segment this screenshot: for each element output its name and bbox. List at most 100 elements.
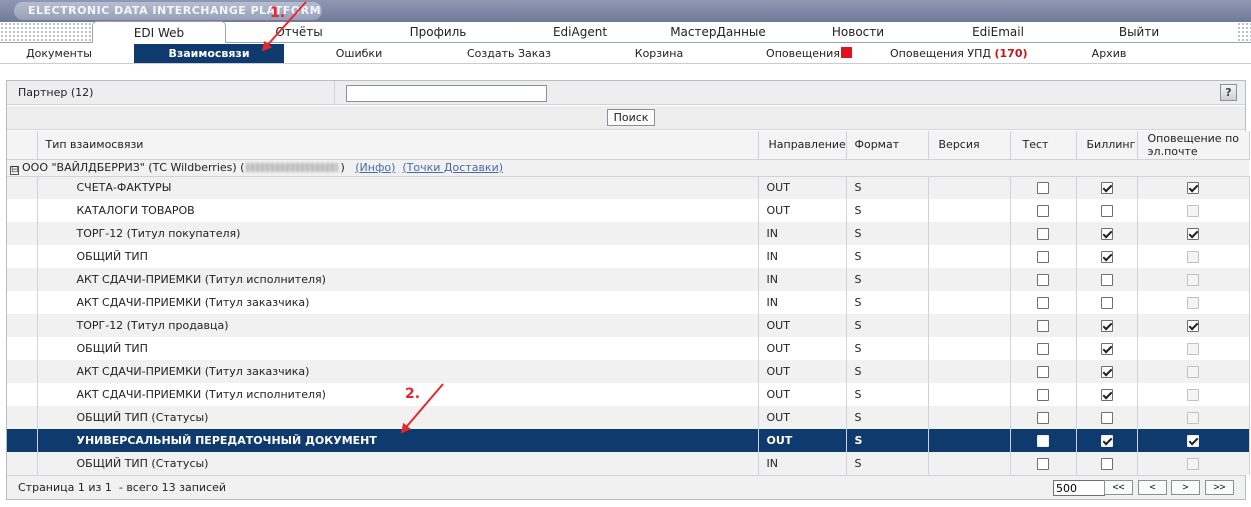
version-cell [928, 360, 1011, 383]
test-checkbox[interactable] [1037, 297, 1049, 309]
row-spacer [7, 176, 38, 199]
dots-pattern [0, 22, 92, 43]
billing-checkbox[interactable] [1100, 412, 1113, 424]
email-notification-checkbox[interactable] [1187, 320, 1199, 332]
relation-type-cell: КАТАЛОГИ ТОВАРОВ [37, 199, 759, 222]
relation-type-cell: АКТ СДАЧИ-ПРИЕМКИ (Титул заказчика) [37, 291, 759, 314]
header-format[interactable]: Формат [846, 131, 929, 160]
email-notification-checkbox[interactable] [1187, 435, 1199, 447]
table-row[interactable]: ОБЩИЙ ТИП (Статусы) IN S [7, 452, 1250, 475]
test-checkbox[interactable] [1037, 458, 1049, 470]
tab-reports[interactable]: Отчёты [249, 22, 349, 43]
header-test[interactable]: Тест [1010, 131, 1077, 160]
tab-news[interactable]: Новости [808, 22, 908, 43]
relation-type-cell: СЧЕТА-ФАКТУРЫ [37, 176, 759, 199]
version-cell [928, 291, 1011, 314]
billing-checkbox[interactable] [1100, 205, 1113, 217]
relation-type-cell: ОБЩИЙ ТИП [37, 245, 759, 268]
tab-ediemail[interactable]: EdiEmail [948, 22, 1048, 43]
test-checkbox[interactable] [1037, 182, 1049, 195]
table-row[interactable]: ТОРГ-12 (Титул продавца) OUT S [7, 314, 1250, 337]
next-page-button[interactable]: > [1171, 480, 1200, 495]
test-checkbox[interactable] [1037, 205, 1049, 217]
page-size-input[interactable] [1053, 480, 1105, 496]
test-checkbox[interactable] [1037, 228, 1049, 240]
table-row[interactable]: ТОРГ-12 (Титул покупателя) IN S [7, 222, 1250, 245]
top-banner: ELECTRONIC DATA INTERCHANGE PLATFORM [0, 0, 1251, 22]
prev-page-button[interactable]: < [1138, 480, 1167, 495]
billing-checkbox[interactable] [1100, 389, 1113, 401]
email-notification-checkbox [1187, 389, 1199, 401]
info-link[interactable]: (Инфо) [355, 161, 395, 174]
header-version[interactable]: Версия [928, 131, 1011, 160]
subtab-documents[interactable]: Документы [14, 44, 104, 63]
tab-profile[interactable]: Профиль [388, 22, 488, 43]
table-row[interactable]: АКТ СДАЧИ-ПРИЕМКИ (Титул исполнителя) IN S [7, 268, 1250, 291]
subtab-archive[interactable]: Архив [1070, 44, 1148, 63]
page-summary: Страница 1 из 1 - всего 13 записей [18, 481, 227, 494]
table-row[interactable]: ОБЩИЙ ТИП OUT S [7, 337, 1250, 360]
test-checkbox[interactable] [1037, 366, 1049, 378]
direction-cell: OUT [758, 383, 847, 406]
first-page-button[interactable]: << [1104, 480, 1133, 495]
format-cell: S [846, 176, 929, 199]
table-row[interactable]: АКТ СДАЧИ-ПРИЕМКИ (Титул заказчика) IN S [7, 291, 1250, 314]
billing-checkbox[interactable] [1100, 228, 1113, 240]
test-checkbox[interactable] [1037, 251, 1049, 263]
billing-checkbox[interactable] [1100, 343, 1113, 355]
table-row[interactable]: КАТАЛОГИ ТОВАРОВ OUT S [7, 199, 1250, 222]
subtab-create-order[interactable]: Создать Заказ [459, 44, 559, 63]
header-email-notification[interactable]: Оповещение по эл.почте [1137, 131, 1250, 160]
header-billing[interactable]: Биллинг [1076, 131, 1138, 160]
tab-ediagent[interactable]: EdiAgent [530, 22, 630, 43]
subtab-cart[interactable]: Корзина [618, 44, 700, 63]
table-row-selected[interactable]: УНИВЕРСАЛЬНЫЙ ПЕРЕДАТОЧНЫЙ ДОКУМЕНТ OUT S [7, 429, 1250, 452]
test-checkbox[interactable] [1037, 412, 1049, 424]
billing-checkbox[interactable] [1100, 297, 1113, 309]
test-checkbox[interactable] [1037, 274, 1049, 286]
table-row[interactable]: ОБЩИЙ ТИП IN S [7, 245, 1250, 268]
billing-checkbox[interactable] [1100, 458, 1113, 470]
subtab-relations[interactable]: Взаимосвязи [134, 44, 284, 63]
test-cell [1010, 429, 1077, 452]
email-notification-cell [1137, 176, 1250, 199]
direction-cell: IN [758, 452, 847, 475]
subtab-notifications[interactable]: Оповещения [766, 44, 852, 63]
tab-edi-web[interactable]: EDI Web [92, 21, 226, 43]
table-row[interactable]: АКТ СДАЧИ-ПРИЕМКИ (Титул исполнителя) OUT… [7, 383, 1250, 406]
collapse-icon[interactable]: ⊟ [10, 165, 19, 175]
test-checkbox[interactable] [1037, 343, 1049, 355]
row-spacer [7, 222, 38, 245]
version-cell [928, 452, 1011, 475]
header-direction[interactable]: Направление [758, 131, 847, 160]
table-row[interactable]: СЧЕТА-ФАКТУРЫ OUT S [7, 176, 1250, 199]
billing-checkbox[interactable] [1100, 251, 1113, 263]
subtab-upd-notifications[interactable]: Оповещения УПД (170) [890, 44, 1028, 63]
test-cell [1010, 314, 1077, 337]
table-row[interactable]: АКТ СДАЧИ-ПРИЕМКИ (Титул заказчика) OUT S [7, 360, 1250, 383]
tab-logout[interactable]: Выйти [1089, 22, 1189, 43]
header-relation-type[interactable]: Тип взаимосвязи [37, 131, 759, 160]
table-row[interactable]: ОБЩИЙ ТИП (Статусы) OUT S [7, 406, 1250, 429]
test-checkbox[interactable] [1037, 435, 1049, 447]
billing-checkbox[interactable] [1100, 435, 1113, 447]
direction-cell: IN [758, 291, 847, 314]
billing-checkbox[interactable] [1100, 320, 1113, 332]
test-checkbox[interactable] [1037, 389, 1049, 401]
partner-search-input[interactable] [346, 85, 547, 102]
billing-checkbox[interactable] [1100, 182, 1113, 195]
subtab-errors[interactable]: Ошибки [318, 44, 400, 63]
test-cell [1010, 452, 1077, 475]
row-spacer [7, 360, 38, 383]
tab-masterdata[interactable]: МастерДанные [668, 22, 768, 43]
delivery-points-link[interactable]: (Точки Доставки) [402, 161, 503, 174]
help-button[interactable]: ? [1220, 84, 1237, 101]
test-checkbox[interactable] [1037, 320, 1049, 332]
billing-checkbox[interactable] [1100, 366, 1113, 378]
email-notification-checkbox[interactable] [1187, 228, 1199, 240]
last-page-button[interactable]: >> [1205, 480, 1234, 495]
email-notification-checkbox[interactable] [1187, 182, 1199, 195]
billing-checkbox[interactable] [1100, 274, 1113, 286]
billing-cell [1076, 222, 1138, 245]
search-button[interactable]: Поиск [607, 109, 655, 126]
